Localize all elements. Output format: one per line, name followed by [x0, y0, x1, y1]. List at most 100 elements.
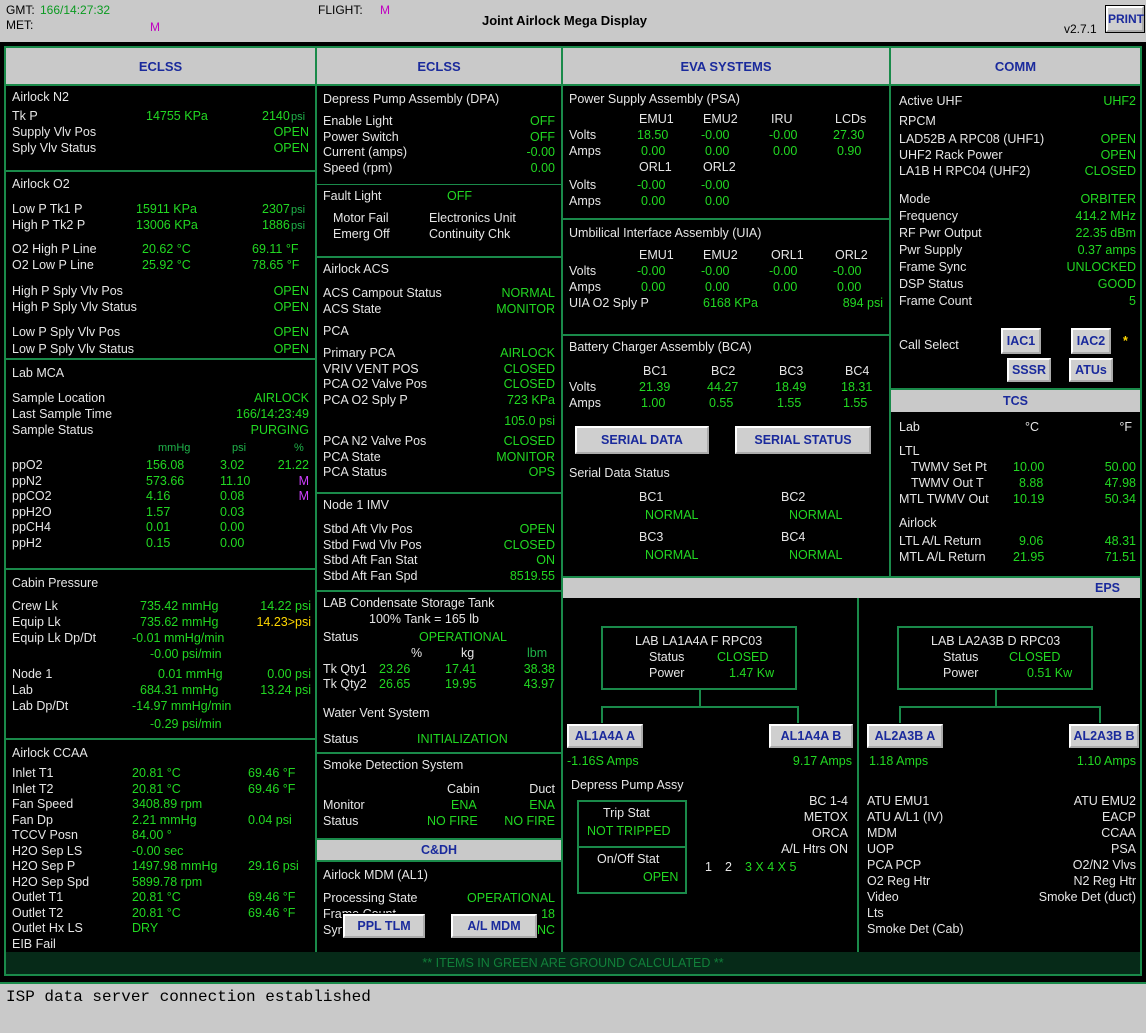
uhf2-rack-value: OPEN — [1100, 148, 1136, 162]
rpc-a-power-label: Power — [649, 666, 685, 680]
dpa-row-value: 0.00 — [530, 160, 555, 175]
psa-volts-value: -0.00 — [769, 128, 798, 142]
twmv-out-c: 8.88 — [1019, 476, 1044, 490]
uia-amps-value: 0.00 — [641, 280, 666, 294]
eps-load-right: ATU EMU2 — [1073, 794, 1136, 808]
processing-state-label: Processing State — [323, 891, 418, 905]
dpa-row-label: Enable Light — [323, 114, 393, 128]
al2a3b-b-button[interactable]: AL2A3B B — [1069, 724, 1139, 748]
bc-2-indicator: 2 — [725, 860, 732, 874]
comm-row-label: RF Pwr Output — [899, 226, 982, 240]
lp-sply-pos-label: Low P Sply Vlv Pos — [12, 325, 121, 339]
ccaa-row-label: Fan Dp — [12, 812, 53, 827]
psa-amps-label: Amps — [569, 144, 601, 158]
serial-data-button[interactable]: SERIAL DATA — [575, 426, 709, 454]
iac1-button[interactable]: IAC1 — [1001, 328, 1041, 354]
node1-imv-section: Node 1 IMV Stbd Aft Vlv Pos OPEN Stbd Fwd … — [317, 492, 561, 590]
hp-sply-pos-value: OPEN — [273, 284, 309, 298]
psa-col-header: LCDs — [835, 112, 867, 126]
equip-lk-mmhg: 735.62 mmHg — [140, 615, 219, 629]
dpa-row-value: OFF — [530, 114, 555, 128]
active-uhf-value: UHF2 — [1103, 94, 1136, 108]
comm-row-label: Frame Count — [899, 294, 972, 308]
dpa-section: Depress Pump Assembly (DPA) Enable Light… — [317, 86, 561, 184]
hp-sply-pos-label: High P Sply Vlv Pos — [12, 284, 123, 298]
processing-state-value: OPERATIONAL — [467, 891, 555, 905]
ppl-tlm-button[interactable]: PPL TLM — [343, 914, 425, 938]
active-uhf-label: Active UHF — [899, 94, 963, 108]
crew-lk-label: Crew Lk — [12, 599, 58, 613]
al2a3b-a-button[interactable]: AL2A3B A — [867, 724, 943, 748]
o2-hp2-kpa: 13006 KPa — [136, 218, 198, 232]
sample-location-label: Sample Location — [12, 391, 106, 405]
status-bar: ISP data server connection established — [0, 982, 1146, 1033]
ccaa-row-value: 20.81 °C — [132, 890, 181, 904]
al1a4a-b-button[interactable]: AL1A4A B — [769, 724, 853, 748]
bca-col-header: BC1 — [643, 364, 668, 378]
al-mdm-button[interactable]: A/L MDM — [451, 914, 537, 938]
o2-high-line-f: 69.11 °F — [252, 242, 299, 256]
bc1-label: BC1 — [639, 490, 664, 504]
print-button[interactable]: PRINT — [1106, 6, 1144, 32]
psa-amps-label: Amps — [569, 194, 601, 208]
eps-load-left: PCA PCP — [867, 858, 922, 872]
rpc-a-status-value: CLOSED — [717, 650, 769, 664]
tk-qty2-lbm: 43.97 — [523, 677, 555, 691]
mca-row-label: ppCO2 — [12, 489, 52, 503]
ccaa-row-label: H2O Sep LS — [12, 843, 83, 858]
psa-col-header: EMU1 — [639, 112, 674, 126]
eps-load-right: CCAA — [1101, 826, 1136, 840]
twmv-out-f: 47.98 — [1104, 476, 1136, 490]
serial-data-status-label: Serial Data Status — [569, 466, 670, 480]
mca-pct-header: % — [294, 442, 304, 454]
lab-dpdt-mmhg: -14.97 mmHg/min — [132, 699, 232, 713]
dpa-row-label: Speed (rpm) — [323, 160, 393, 175]
al1a4a-a-amps: -1.16S Amps — [567, 754, 639, 768]
psa-orl-amps: 0.00 — [705, 194, 730, 208]
bc1-status: NORMAL — [645, 508, 699, 522]
gmt-value: 166/14:27:32 — [40, 3, 111, 17]
psa-orl-header: ORL1 — [639, 160, 672, 174]
sssr-button[interactable]: SSSR — [1007, 358, 1051, 382]
dpa-row-value: -0.00 — [526, 145, 556, 159]
eps-load-left: Lts — [867, 906, 884, 920]
ccaa-row-label: Inlet T2 — [12, 781, 54, 796]
bc2-status: NORMAL — [789, 508, 843, 522]
dpa-title: Depress Pump Assembly (DPA) — [323, 92, 500, 106]
psi-unit: psi — [291, 204, 306, 216]
pca-section: PCA Primary PCA AIRLOCK VRIV VENT POS CLOSE… — [317, 324, 561, 488]
serial-status-button[interactable]: SERIAL STATUS — [735, 426, 871, 454]
ccaa-row-value: 5899.78 rpm — [132, 874, 203, 889]
al1a4a-a-button[interactable]: AL1A4A A — [567, 724, 643, 748]
mca-row-psi: 11.10 — [220, 473, 251, 488]
cdh-header: C&DH — [317, 838, 561, 860]
pca-title: PCA — [323, 324, 349, 338]
sample-status-label: Sample Status — [12, 423, 94, 437]
pca-row-value: MONITOR — [496, 449, 555, 464]
rpc-b-status-value: CLOSED — [1009, 650, 1061, 664]
condensate-section: LAB Condensate Storage Tank 100% Tank = … — [317, 590, 561, 702]
iac2-button[interactable]: IAC2 — [1071, 328, 1111, 354]
bca-volts-value: 18.31 — [841, 380, 873, 394]
lp-sply-pos-value: OPEN — [273, 325, 309, 339]
o2-high-line-c: 20.62 °C — [142, 242, 191, 256]
ltl-al-return-f: 48.31 — [1104, 534, 1136, 548]
uia-col-header: ORL2 — [835, 248, 868, 262]
atus-button[interactable]: ATUs — [1069, 358, 1113, 382]
tk-qty1-pct: 23.26 — [379, 662, 411, 676]
acs-campout-label: ACS Campout Status — [323, 286, 442, 300]
lab-mmhg: 684.31 mmHg — [140, 683, 219, 697]
tcs-airlock-label: Airlock — [899, 516, 937, 530]
twmv-setpt-label: TWMV Set Pt — [911, 460, 987, 474]
mtl-twmv-label: MTL TWMV Out — [899, 492, 989, 506]
tk-qty2-label: Tk Qty2 — [323, 677, 367, 691]
cond-pct-header: % — [411, 646, 423, 660]
condensate-status-value: OPERATIONAL — [419, 630, 507, 644]
n2-tkp-label: Tk P — [12, 109, 38, 123]
ccaa-row-value2: 69.46 °F — [248, 905, 296, 920]
eps-load-left: MDM — [867, 826, 897, 840]
electronics-unit-label: Electronics Unit — [429, 211, 516, 225]
uia-col-header: EMU1 — [639, 248, 674, 262]
mca-row-psi: 3.02 — [220, 458, 245, 472]
airlock-ccaa-title: Airlock CCAA — [12, 746, 88, 760]
